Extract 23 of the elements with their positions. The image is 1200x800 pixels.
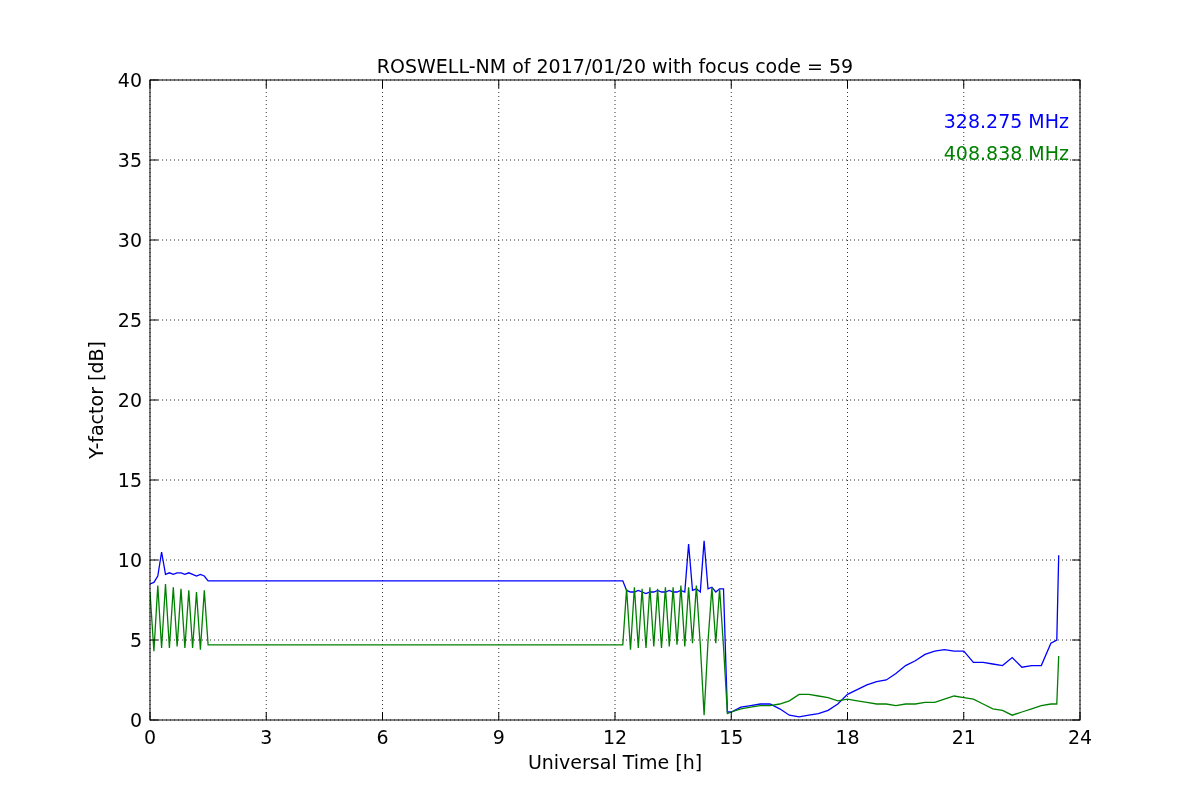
- tick-label: 35: [117, 149, 142, 171]
- tick-label: 18: [835, 726, 860, 748]
- tick-label: 5: [129, 629, 142, 651]
- tick-label: 0: [143, 726, 157, 748]
- tick-label: 30: [117, 229, 142, 251]
- tick-label: 9: [492, 726, 505, 748]
- tick-label: 0: [129, 709, 142, 731]
- tick-label: 12: [602, 726, 628, 748]
- tick-label: 15: [117, 469, 142, 491]
- axis-label: Universal Time [h]: [527, 751, 703, 773]
- tick-label: 24: [1067, 726, 1093, 748]
- tick-label: 3: [260, 726, 273, 748]
- axis-label: Y-factor [dB]: [85, 341, 107, 459]
- legend-label: 328.275 MHz: [943, 110, 1069, 132]
- tick-label: 25: [117, 309, 142, 331]
- tick-label: 6: [376, 726, 389, 748]
- tick-label: 20: [117, 389, 142, 411]
- legend-label: 408.838 MHz: [943, 142, 1069, 164]
- tick-label: 15: [719, 726, 744, 748]
- chart-title: ROSWELL-NM of 2017/01/20 with focus code = 59: [376, 55, 854, 77]
- tick-label: 10: [117, 549, 142, 571]
- tick-label: 40: [117, 69, 142, 91]
- tick-label: 21: [951, 726, 976, 748]
